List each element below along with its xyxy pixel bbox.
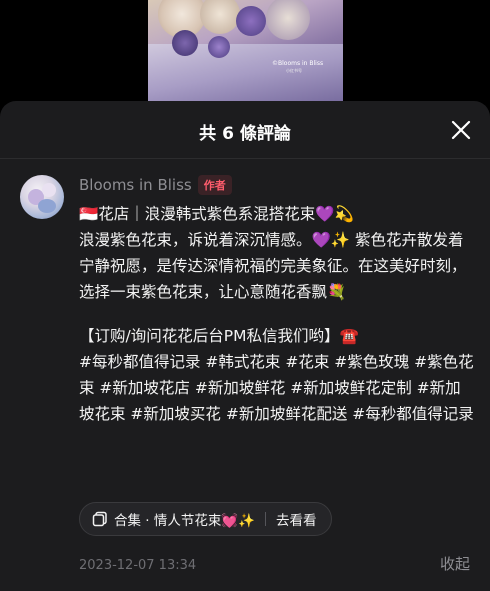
avatar[interactable] [20, 175, 64, 219]
collection-icon [92, 511, 107, 527]
comment-timestamp: 2023-12-07 13:34 [79, 558, 197, 573]
flower [266, 0, 310, 40]
comment-body: 🇸🇬花店｜浪漫韩式紫色系混搭花束💜💫 浪漫紫色花束，诉说着深沉情感。💜✨ 紫色花… [79, 201, 474, 427]
avatar-petal [42, 183, 56, 197]
avatar-petal [38, 199, 56, 213]
sheet-header: 共 6 條評論 [0, 101, 490, 159]
author-name[interactable]: Blooms in Bliss [79, 176, 192, 194]
divider [265, 512, 266, 526]
comment-line-order: 【订购/询问花花后台PM私信我们哟】☎️ [79, 327, 359, 345]
close-button[interactable] [448, 117, 474, 143]
collapse-button[interactable]: 收起 [440, 553, 470, 574]
flower [208, 36, 230, 58]
collection-label: 合集 · 情人节花束💓✨ [114, 513, 255, 529]
collection-pill[interactable]: 合集 · 情人节花束💓✨ 去看看 [79, 502, 332, 536]
flower [172, 30, 198, 56]
author-badge: 作者 [197, 175, 232, 195]
flower [200, 0, 240, 34]
video-background: ©Blooms in Bliss 小红书号 [0, 0, 490, 104]
video-thumbnail[interactable]: ©Blooms in Bliss 小红书号 [148, 0, 343, 104]
comments-sheet: 共 6 條評論 Blooms in Bliss 作者 🇸🇬花店｜浪漫韩式紫色系混… [0, 101, 490, 591]
comments-count-title: 共 6 條評論 [199, 124, 291, 144]
video-watermark-sub: 小红书号 [286, 68, 302, 73]
comment-hashtags[interactable]: #每秒都值得记录 #韩式花束 #花束 #紫色玫瑰 #紫色花束 #新加坡花店 #新… [79, 349, 474, 427]
flower [236, 6, 266, 36]
comment-line-description: 浪漫紫色花束，诉说着深沉情感。💜✨ 紫色花卉散发着宁静祝愿，是传达深情祝福的完美… [79, 231, 467, 301]
view-collection-button[interactable]: 去看看 [276, 509, 317, 529]
comment-line-title: 🇸🇬花店｜浪漫韩式紫色系混搭花束💜💫 [79, 205, 354, 223]
video-watermark: ©Blooms in Bliss [272, 60, 324, 67]
comment-header: Blooms in Bliss 作者 [79, 175, 232, 195]
close-icon [451, 120, 471, 140]
